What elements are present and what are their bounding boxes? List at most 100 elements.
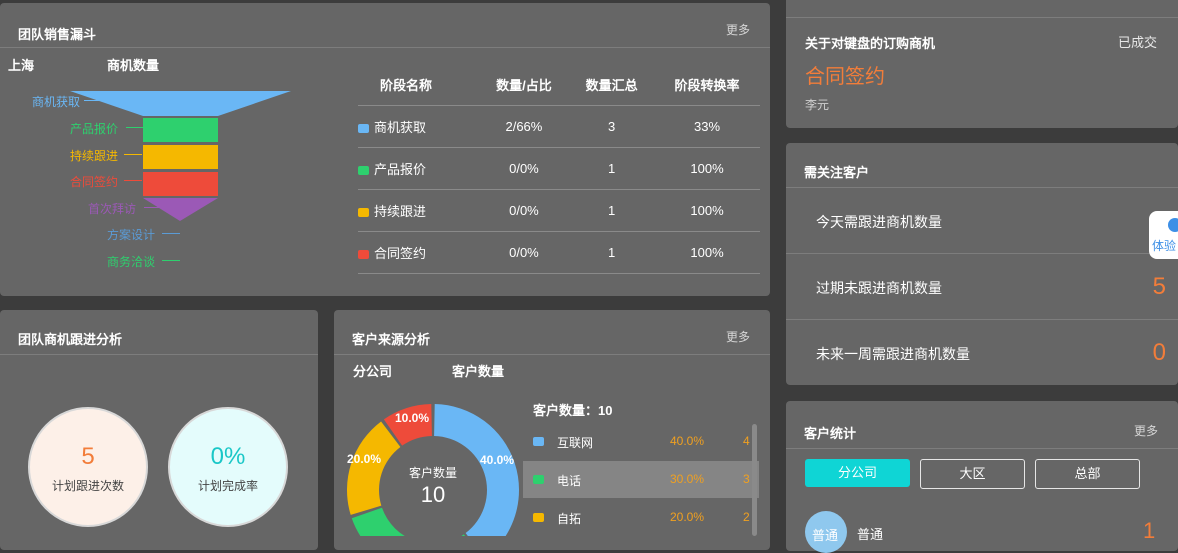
funnel-leader-line (162, 233, 180, 234)
col-header: 数量汇总 (569, 63, 655, 106)
divider (786, 17, 1178, 18)
order-status: 已成交 (1118, 35, 1158, 50)
divider (0, 354, 318, 355)
col-header: 数量/占比 (478, 63, 570, 106)
table-row: 持续跟进 0/0% 1 100% (358, 189, 760, 232)
funnel-leader-line (124, 180, 142, 181)
order-title[interactable]: 关于对键盘的订购商机 (805, 33, 935, 52)
stage-name: 产品报价 (374, 162, 427, 177)
card-title: 需关注客户 (804, 165, 870, 180)
legend-name: 互联网 (557, 436, 594, 450)
funnel-stage-label: 商务洽谈 (107, 255, 156, 269)
slice-label: 10.0% (395, 411, 430, 425)
plan-count-circle: 5 计划跟进次数 (28, 407, 148, 527)
funnel-stage-label: 方案设计 (107, 228, 156, 242)
attention-value: 0 (1152, 339, 1166, 366)
funnel-stage-label: 商机获取 (32, 95, 81, 109)
stage-color-swatch (358, 250, 369, 260)
funnel-segment-contract (143, 172, 218, 196)
sum-cell: 3 (569, 105, 655, 148)
funnel-leader-line (162, 260, 180, 261)
card-title: 团队销售漏斗 (18, 27, 97, 42)
plan-count-label: 计划跟进次数 (51, 479, 124, 493)
sum-cell: 1 (569, 231, 655, 274)
legend-item[interactable]: 电话 30.0% 3 (523, 461, 759, 498)
sum-cell: 1 (569, 189, 655, 232)
rate-cell: 100% (654, 189, 760, 232)
donut-slice-3[interactable] (347, 421, 401, 515)
completion-rate-circle: 0% 计划完成率 (168, 407, 288, 527)
stage-color-swatch (358, 124, 369, 134)
legend-item[interactable]: 互联网 40.0% 4 (523, 423, 759, 460)
table-header-row: 阶段名称 数量/占比 数量汇总 阶段转换率 (358, 63, 760, 106)
metric-label: 客户数量 (452, 364, 505, 379)
legend-name: 电话 (557, 474, 582, 488)
legend-percent: 40.0% (670, 434, 705, 448)
stage-name: 商机获取 (374, 120, 427, 135)
attention-row[interactable]: 未来一周需跟进商机数量 0 (786, 320, 1178, 385)
funnel-segment-follow (143, 145, 218, 169)
tab-branch[interactable]: 分公司 (805, 459, 910, 487)
experience-label: 体验 (1152, 239, 1177, 253)
order-card: 关于对键盘的订购商机 已成交 合同签约 李元 (786, 0, 1178, 128)
legend-swatch (533, 513, 544, 522)
plan-count-value: 5 (81, 443, 95, 470)
funnel-stage-label: 首次拜访 (88, 202, 137, 216)
funnel-stage-label: 持续跟进 (70, 149, 119, 163)
tab-headquarters[interactable]: 总部 (1035, 459, 1140, 489)
metric-label: 商机数量 (107, 58, 160, 73)
stage-name-cell: 持续跟进 (358, 189, 479, 232)
funnel-leader-line (84, 100, 102, 101)
branch-label: 分公司 (353, 364, 393, 379)
donut-center-value: 10 (420, 482, 446, 507)
funnel-stage-label: 产品报价 (70, 122, 119, 136)
legend-name: 自拓 (557, 512, 582, 526)
order-owner: 李元 (805, 98, 830, 112)
legend-item[interactable]: 自拓 20.0% 2 (523, 499, 759, 536)
attention-row[interactable]: 今天需跟进商机数量 0 (786, 188, 1178, 253)
stage-name-cell: 合同签约 (358, 231, 479, 274)
col-header: 阶段名称 (358, 63, 479, 106)
completion-rate-label: 计划完成率 (197, 479, 258, 493)
ratio-cell: 0/0% (478, 189, 570, 232)
stage-color-swatch (358, 208, 369, 218)
legend-count: 4 (743, 434, 750, 448)
tab-region[interactable]: 大区 (920, 459, 1025, 489)
customer-summary: 客户数量：10 (533, 403, 613, 418)
stage-color-swatch (358, 166, 369, 176)
avatar: 普通 (805, 511, 847, 553)
followup-analysis-card: 团队商机跟进分析 5 计划跟进次数 0% 计划完成率 (0, 310, 318, 550)
table-row: 产品报价 0/0% 1 100% (358, 147, 760, 190)
attention-label: 今天需跟进商机数量 (816, 214, 942, 230)
more-link[interactable]: 更多 (726, 21, 750, 38)
divider (334, 354, 770, 355)
card-title: 客户统计 (804, 426, 857, 441)
more-link[interactable]: 更多 (1134, 422, 1158, 439)
card-title: 客户来源分析 (352, 332, 431, 347)
legend-swatch (533, 475, 544, 484)
stats-row-label: 普通 (857, 527, 884, 542)
funnel-stage-label: 合同签约 (70, 175, 119, 189)
donut-slice-2[interactable] (351, 507, 482, 536)
ratio-cell: 2/66% (478, 105, 570, 148)
funnel-segment-quote (143, 118, 218, 142)
divider (0, 47, 770, 48)
funnel-segment-visit (143, 198, 218, 221)
legend-percent: 30.0% (670, 472, 705, 486)
donut-center-label: 客户数量 (408, 466, 457, 480)
legend-swatch (533, 437, 544, 446)
slice-label: 40.0% (480, 453, 515, 467)
chat-icon (1168, 218, 1178, 232)
more-link[interactable]: 更多 (726, 328, 750, 345)
col-header: 阶段转换率 (654, 63, 760, 106)
stage-name: 合同签约 (374, 246, 427, 261)
attention-row[interactable]: 过期未跟进商机数量 5 (786, 254, 1178, 319)
branch-label: 上海 (8, 58, 35, 73)
avatar-text: 普通 (812, 528, 839, 543)
legend-scrollbar[interactable] (752, 424, 757, 536)
experience-float-button[interactable]: 体验 (1149, 211, 1178, 259)
legend-count: 2 (743, 510, 750, 524)
divider (786, 448, 1178, 449)
card-title: 团队商机跟进分析 (18, 332, 123, 347)
funnel-leader-line (144, 207, 162, 208)
